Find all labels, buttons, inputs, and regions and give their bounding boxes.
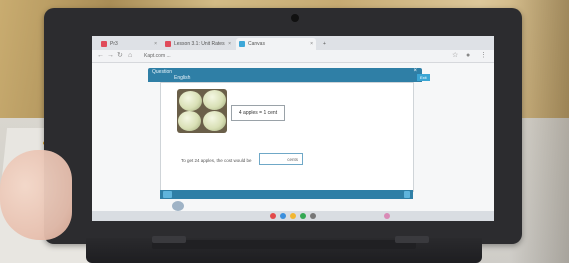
header-label: Question	[152, 69, 173, 75]
forward-icon[interactable]: →	[107, 51, 114, 61]
close-icon[interactable]: ×	[310, 38, 313, 50]
browser-tab-3[interactable]: Canvas ×	[236, 38, 316, 50]
laptop-hinge	[152, 240, 416, 249]
home-icon[interactable]: ⌂	[128, 51, 132, 61]
app-icon[interactable]	[300, 213, 306, 219]
new-tab-button[interactable]: +	[320, 38, 332, 50]
launcher-icon[interactable]	[172, 201, 184, 211]
tab-label: Canvas	[248, 41, 265, 47]
webcam	[291, 14, 299, 22]
next-button[interactable]	[404, 191, 410, 198]
question-panel: 4 apples = 1 cent To get 24 apples, the …	[160, 82, 414, 192]
reload-icon[interactable]: ↻	[117, 51, 123, 61]
lesson-footer	[160, 190, 413, 199]
previous-button[interactable]	[163, 191, 172, 198]
address-bar: ← → ↻ ⌂ Kapt.com ... ☆ ● ⋮	[92, 50, 494, 63]
lesson-header: Question English ×	[148, 68, 422, 82]
tab-label: Lesson 3.1: Unit Rates	[174, 41, 225, 47]
tab-favicon-icon	[165, 41, 171, 47]
laptop-screen: Pr3 × Lesson 3.1: Unit Rates × Canvas × …	[92, 36, 494, 221]
close-icon[interactable]: ×	[228, 38, 231, 50]
tab-favicon-icon	[239, 41, 245, 47]
app-icon[interactable]	[280, 213, 286, 219]
hinge-right	[395, 236, 429, 243]
browser-tab-1[interactable]: Pr3 ×	[98, 38, 160, 50]
menu-icon[interactable]: ⋮	[480, 51, 487, 61]
app-icon[interactable]	[270, 213, 276, 219]
back-icon[interactable]: ←	[97, 51, 104, 61]
lesson-title: English	[174, 75, 191, 81]
student-hand	[0, 150, 72, 240]
url-field[interactable]: Kapt.com ...	[144, 52, 444, 60]
exit-button[interactable]: Exit	[417, 74, 430, 81]
answer-input[interactable]: cents	[259, 153, 303, 165]
close-icon[interactable]: ×	[154, 38, 157, 50]
browser-tab-bar: Pr3 × Lesson 3.1: Unit Rates × Canvas × …	[92, 36, 494, 50]
profile-icon[interactable]: ●	[466, 51, 470, 61]
app-icon[interactable]	[310, 213, 316, 219]
question-text: To get 24 apples, the cost would be	[181, 158, 252, 163]
status-area[interactable]	[442, 212, 490, 220]
app-icon[interactable]	[384, 213, 390, 219]
answer-unit: cents	[287, 157, 298, 162]
rate-statement: 4 apples = 1 cent	[231, 105, 285, 121]
apples-image	[177, 89, 227, 133]
tab-label: Pr3	[110, 41, 118, 47]
star-icon[interactable]: ☆	[452, 51, 458, 61]
tab-favicon-icon	[101, 41, 107, 47]
hinge-left	[152, 236, 186, 243]
app-icon[interactable]	[290, 213, 296, 219]
browser-tab-2[interactable]: Lesson 3.1: Unit Rates ×	[162, 38, 234, 50]
